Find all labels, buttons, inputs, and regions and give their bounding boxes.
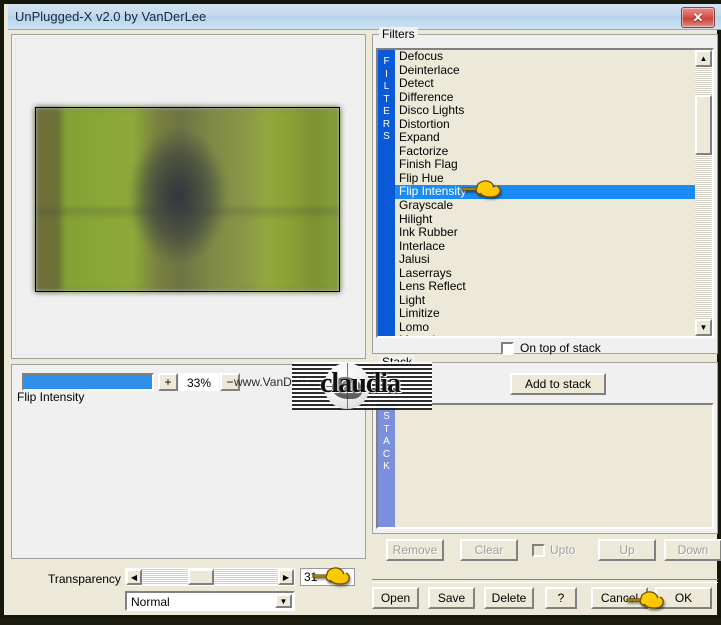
add-to-stack-button[interactable]: Add to stack [510, 373, 606, 395]
transparency-row: Transparency ◀ ▶ 31 Normal ▼ [12, 565, 365, 625]
filter-list-item[interactable]: Distortion [395, 117, 695, 132]
blend-mode-value: Normal [131, 595, 170, 609]
scroll-up-arrow-icon[interactable]: ▲ [695, 50, 712, 67]
sidebar-letter: R [382, 118, 391, 130]
save-button[interactable]: Save [428, 587, 475, 609]
filter-list-item[interactable]: Disco Lights [395, 104, 695, 118]
transparency-slider[interactable]: ◀ ▶ [125, 568, 295, 586]
help-button[interactable]: ? [545, 587, 577, 609]
filter-list-item[interactable]: Hilight [395, 212, 695, 227]
effect-group-label: Flip Intensity [14, 390, 88, 404]
left-separator [11, 559, 366, 561]
window-title: UnPlugged-X v2.0 by VanDerLee [15, 9, 207, 24]
website-url-text: www.VanDerLee.com [234, 375, 349, 389]
filter-list-item[interactable]: Ink Rubber [395, 226, 695, 240]
sidebar-letter: T [383, 93, 390, 105]
on-top-of-stack-checkbox[interactable] [501, 341, 514, 355]
sidebar-letter: F [383, 56, 390, 67]
stack-group: Add to stack STACK [372, 362, 718, 534]
upto-checkbox[interactable] [532, 543, 545, 557]
window-titlebar: UnPlugged-X v2.0 by VanDerLee ✕ [8, 4, 721, 30]
sidebar-letter: S [383, 131, 390, 142]
on-top-of-stack-row[interactable]: On top of stack [501, 341, 601, 355]
sidebar-letter: L [383, 81, 390, 92]
move-up-button[interactable]: Up [598, 539, 656, 561]
on-top-of-stack-label: On top of stack [520, 341, 601, 355]
filter-list-item[interactable]: Detect [395, 77, 695, 91]
close-x-icon: ✕ [692, 9, 704, 25]
filter-list-item[interactable]: Lomo [395, 320, 695, 335]
upto-label: Upto [550, 543, 576, 557]
ok-button[interactable]: OK [655, 587, 712, 609]
filter-list-item[interactable]: Monotize [395, 334, 695, 336]
preview-panel [11, 34, 366, 359]
blend-mode-select[interactable]: Normal ▼ [125, 591, 295, 611]
filter-list-item[interactable]: Light [395, 293, 695, 308]
filter-list-item[interactable]: Limitize [395, 307, 695, 321]
stack-sidebar-label: STACK [378, 405, 395, 527]
effect-progress-fill [24, 375, 152, 389]
effect-percent-value: 33% [179, 373, 219, 391]
filter-list-item[interactable]: Flip Intensity [395, 185, 695, 200]
transparency-right-arrow-icon[interactable]: ▶ [278, 569, 294, 585]
filter-list-item[interactable]: Defocus [395, 50, 695, 64]
stack-group-label: Stack [379, 355, 416, 369]
delete-button[interactable]: Delete [484, 587, 534, 609]
filter-list-item[interactable]: Flip Hue [395, 171, 695, 186]
close-button[interactable]: ✕ [681, 7, 715, 28]
filter-list-item[interactable]: Factorize [395, 144, 695, 159]
sidebar-letter: I [385, 68, 388, 80]
filter-list-item[interactable]: Difference [395, 90, 695, 105]
cancel-button[interactable]: Cancel [591, 587, 648, 609]
bottom-button-bar: Open Save Delete ? Cancel OK [372, 587, 718, 615]
chevron-down-icon[interactable]: ▼ [275, 594, 292, 608]
transparency-label: Transparency [48, 572, 121, 586]
filters-group-label: Filters [379, 27, 418, 41]
filter-preview-image[interactable] [35, 107, 340, 292]
open-button[interactable]: Open [372, 587, 419, 609]
increase-button[interactable]: + [158, 373, 178, 391]
remove-button[interactable]: Remove [386, 539, 444, 561]
sidebar-letter: K [383, 461, 390, 472]
filter-list-item[interactable]: Interlace [395, 239, 695, 254]
filter-list-item[interactable]: Laserrays [395, 266, 695, 281]
filter-list-item[interactable]: Expand [395, 131, 695, 145]
filter-list-item[interactable]: Finish Flag [395, 158, 695, 172]
unplugged-x-window: UnPlugged-X v2.0 by VanDerLee ✕ + 33% − … [0, 0, 721, 619]
sidebar-letter: A [383, 436, 390, 447]
filters-list[interactable]: Defocus Deinterlace Detect Difference Disco … [395, 50, 695, 336]
stack-list-container: STACK [376, 403, 714, 529]
stack-action-buttons: Remove Clear Upto Up Down [372, 539, 721, 565]
sidebar-letter: E [383, 106, 390, 117]
upto-row[interactable]: Upto [532, 543, 575, 557]
sidebar-letter: C [382, 448, 391, 460]
move-down-button[interactable]: Down [664, 539, 721, 561]
filters-list-container: FILTERS Defocus Deinterlace Detect Differen… [376, 48, 714, 338]
transparency-value-input[interactable]: 31 [300, 568, 355, 586]
filters-group: FILTERS Defocus Deinterlace Detect Differen… [372, 34, 718, 355]
filters-scrollbar-thumb[interactable] [695, 95, 712, 155]
transparency-slider-thumb[interactable] [188, 569, 214, 585]
filter-list-item[interactable]: Deinterlace [395, 63, 695, 78]
sidebar-letter: S [383, 411, 390, 422]
filters-scrollbar[interactable]: ▲ ▼ [695, 50, 712, 336]
bottom-separator [372, 579, 718, 583]
clear-button[interactable]: Clear [460, 539, 518, 561]
sidebar-letter: T [383, 423, 390, 435]
filter-list-item[interactable]: Lens Reflect [395, 280, 695, 294]
filters-sidebar-label: FILTERS [378, 50, 395, 336]
filter-list-item[interactable]: Grayscale [395, 198, 695, 213]
scroll-down-arrow-icon[interactable]: ▼ [695, 319, 712, 336]
effect-progress-bar[interactable] [22, 373, 154, 391]
filter-list-item[interactable]: Jalusi [395, 253, 695, 267]
transparency-left-arrow-icon[interactable]: ◀ [126, 569, 142, 585]
